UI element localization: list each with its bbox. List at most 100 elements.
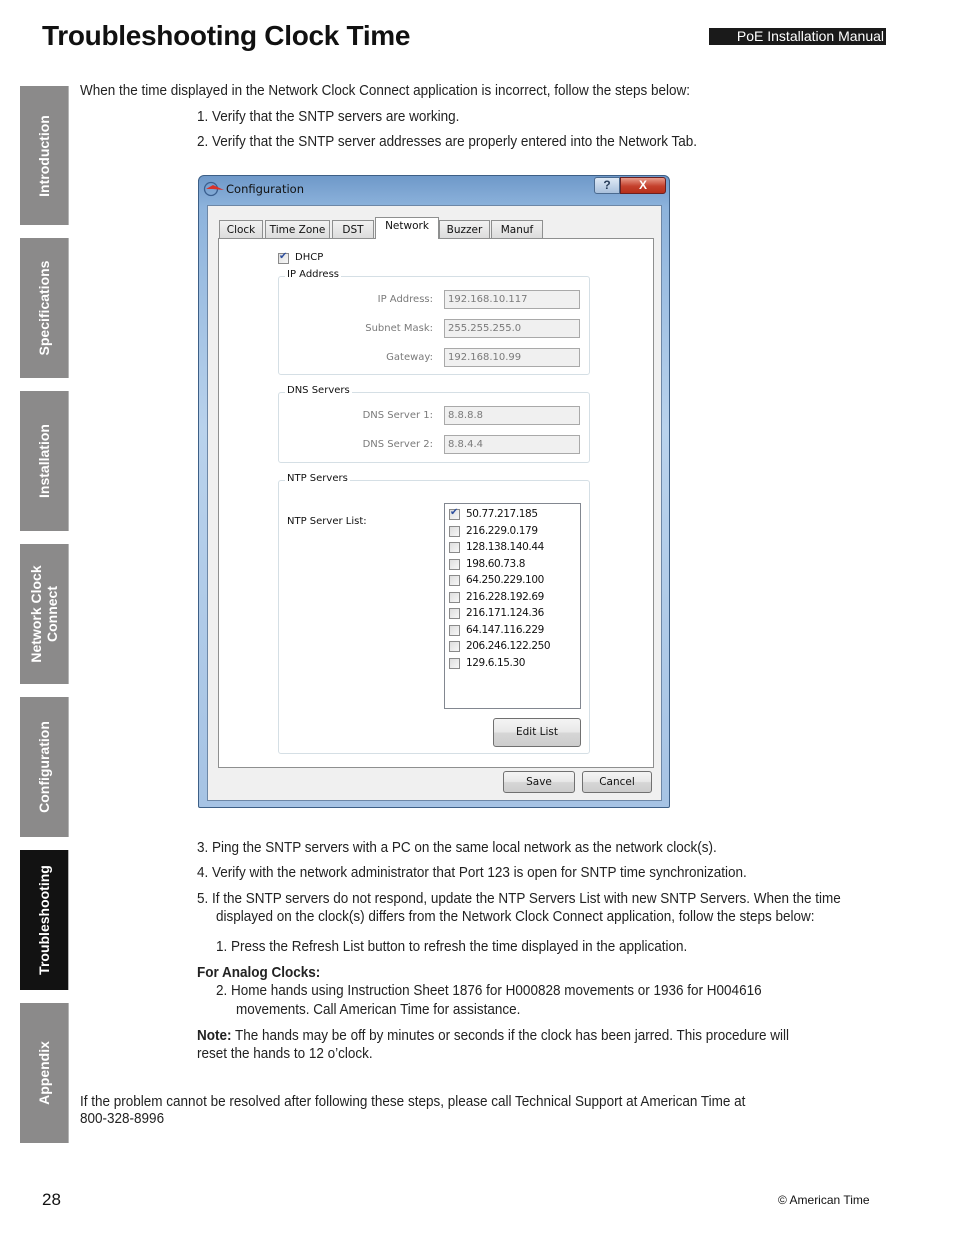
section-tab-troubleshooting[interactable]: Troubleshooting [20, 850, 69, 990]
support-phone: 800-328-8996 [80, 1110, 165, 1127]
ntp-server-address: 216.228.192.69 [466, 590, 544, 603]
ntp-server-address: 216.229.0.179 [466, 524, 538, 537]
note-line-1: Note: The hands may be off by minutes or… [197, 1027, 789, 1044]
configuration-dialog: Configuration ? X Clock Time Zone DST Ne… [198, 175, 670, 808]
manual-badge: PoE Installation Manual [709, 28, 886, 45]
ntp-server-item[interactable]: 64.147.116.229 [449, 623, 577, 639]
ntp-server-address: 50.77.217.185 [466, 508, 538, 520]
ntp-server-list[interactable]: 50.77.217.185 216.229.0.179 128.138.140.44… [444, 503, 581, 709]
section-tab-label: Specifications [36, 260, 52, 356]
sub-step-1: 1. Press the Refresh List button to refr… [216, 938, 688, 955]
ntp-server-item[interactable]: 129.6.15.30 [449, 656, 577, 672]
sub-step-2-line-1: 2. Home hands using Instruction Sheet 18… [216, 982, 762, 999]
section-tab-label: Installation [36, 424, 52, 498]
step-5-line-2: displayed on the clock(s) differs from t… [216, 908, 815, 925]
tab-time-zone[interactable]: Time Zone [265, 220, 330, 238]
dns-server-2-label: DNS Server 2: [362, 439, 433, 450]
cancel-button[interactable]: Cancel [582, 771, 652, 793]
ntp-server-checkbox[interactable] [449, 575, 460, 586]
edit-list-button[interactable]: Edit List [493, 718, 581, 747]
ntp-server-item[interactable]: 64.250.229.100 [449, 573, 577, 589]
dns-servers-group: DNS Servers DNS Server 1: 8.8.8.8 DNS Se… [278, 385, 590, 463]
ip-address-field[interactable]: 192.168.10.117 [444, 290, 580, 309]
analog-clocks-heading: For Analog Clocks: [197, 964, 321, 981]
gateway-label: Gateway: [386, 352, 433, 363]
step-5-line-1: 5. If the SNTP servers do not respond, u… [197, 890, 841, 907]
note-label: Note: [197, 1027, 232, 1044]
ip-address-group-title: IP Address [285, 269, 341, 280]
step-3: 3. Ping the SNTP servers with a PC on th… [197, 839, 717, 856]
ntp-server-item[interactable]: 128.138.140.44 [449, 540, 577, 556]
section-tab-configuration[interactable]: Configuration [20, 697, 69, 837]
ntp-server-address: 198.60.73.8 [466, 557, 526, 570]
tab-manuf[interactable]: Manuf [491, 220, 543, 238]
note-line-2: reset the hands to 12 o’clock. [197, 1045, 373, 1062]
copyright: © American Time [778, 1193, 870, 1207]
gateway-field[interactable]: 192.168.10.99 [444, 348, 580, 367]
ntp-server-address: 216.171.124.36 [466, 607, 544, 619]
tab-dst[interactable]: DST [332, 220, 374, 238]
dhcp-label: DHCP [295, 252, 324, 263]
sub-step-2-line-2: movements. Call American Time for assist… [236, 1001, 521, 1018]
network-tab-panel: DHCP IP Address IP Address: 192.168.10.1… [218, 238, 654, 768]
step-2: 2. Verify that the SNTP server addresses… [197, 133, 698, 150]
section-tab-label: Appendix [36, 1041, 52, 1105]
ip-address-label: IP Address: [377, 294, 433, 305]
ntp-server-item[interactable]: 206.246.122.250 [449, 639, 577, 655]
dns-server-2-field[interactable]: 8.8.4.4 [444, 435, 580, 454]
help-button[interactable]: ? [594, 177, 620, 194]
dns-servers-group-title: DNS Servers [285, 385, 352, 396]
note-text: The hands may be off by minutes or secon… [231, 1027, 790, 1044]
ntp-server-item[interactable]: 216.171.124.36 [449, 606, 577, 622]
tab-buzzer[interactable]: Buzzer [439, 220, 490, 238]
save-button[interactable]: Save [503, 771, 575, 793]
ntp-server-item[interactable]: 198.60.73.8 [449, 557, 577, 573]
ntp-server-item[interactable]: 50.77.217.185 [449, 507, 577, 523]
ntp-server-address: 128.138.140.44 [466, 541, 544, 553]
subnet-mask-label: Subnet Mask: [365, 323, 433, 334]
page-number: 28 [42, 1190, 61, 1209]
dialog-client-area: Clock Time Zone DST Network Buzzer Manuf… [207, 205, 662, 801]
section-tab-installation[interactable]: Installation [20, 391, 69, 531]
ntp-server-checkbox[interactable] [449, 558, 460, 570]
ntp-server-checkbox[interactable] [449, 542, 460, 553]
section-tab-appendix[interactable]: Appendix [20, 1003, 69, 1143]
dhcp-checkbox[interactable] [278, 251, 289, 264]
subnet-mask-field[interactable]: 255.255.255.0 [444, 319, 580, 338]
tab-network[interactable]: Network [375, 217, 439, 239]
section-tab-network-clock-connect[interactable]: Network Clock Connect [20, 544, 69, 684]
ntp-server-checkbox[interactable] [449, 657, 460, 669]
ntp-server-checkbox[interactable] [449, 641, 460, 652]
ntp-server-list-label: NTP Server List: [287, 516, 367, 527]
ntp-server-checkbox[interactable] [449, 608, 460, 619]
section-tab-label: Troubleshooting [36, 865, 52, 975]
close-button[interactable]: X [620, 177, 666, 194]
ntp-server-checkbox[interactable] [449, 507, 460, 520]
section-tab-introduction[interactable]: Introduction [20, 86, 69, 225]
ntp-server-address: 64.250.229.100 [466, 574, 544, 586]
section-tab-label: Configuration [36, 721, 52, 813]
ntp-servers-group: NTP Servers NTP Server List: 50.77.217.1… [278, 473, 590, 754]
section-tab-specifications[interactable]: Specifications [20, 238, 69, 378]
section-tab-label: Introduction [36, 114, 52, 197]
ntp-server-address: 206.246.122.250 [466, 640, 551, 652]
step-1: 1. Verify that the SNTP servers are work… [197, 108, 460, 125]
app-clock-icon [203, 181, 224, 197]
ntp-server-item[interactable]: 216.228.192.69 [449, 590, 577, 606]
ip-address-group: IP Address IP Address: 192.168.10.117 Su… [278, 269, 590, 375]
dns-server-1-label: DNS Server 1: [362, 410, 433, 421]
ntp-server-address: 129.6.15.30 [466, 656, 526, 669]
ntp-servers-group-title: NTP Servers [285, 473, 350, 484]
ntp-server-address: 64.147.116.229 [466, 623, 544, 636]
dns-server-1-field[interactable]: 8.8.8.8 [444, 406, 580, 425]
tab-clock[interactable]: Clock [219, 220, 263, 238]
section-tab-label: Network Clock Connect [28, 565, 60, 663]
ntp-server-checkbox[interactable] [449, 624, 460, 636]
ntp-server-checkbox[interactable] [449, 525, 460, 537]
step-4: 4. Verify with the network administrator… [197, 864, 747, 881]
ntp-server-item[interactable]: 216.229.0.179 [449, 524, 577, 540]
ntp-server-checkbox[interactable] [449, 591, 460, 603]
page-title: Troubleshooting Clock Time [42, 20, 411, 51]
dialog-title: Configuration [226, 182, 304, 196]
intro-text: When the time displayed in the Network C… [80, 82, 691, 99]
